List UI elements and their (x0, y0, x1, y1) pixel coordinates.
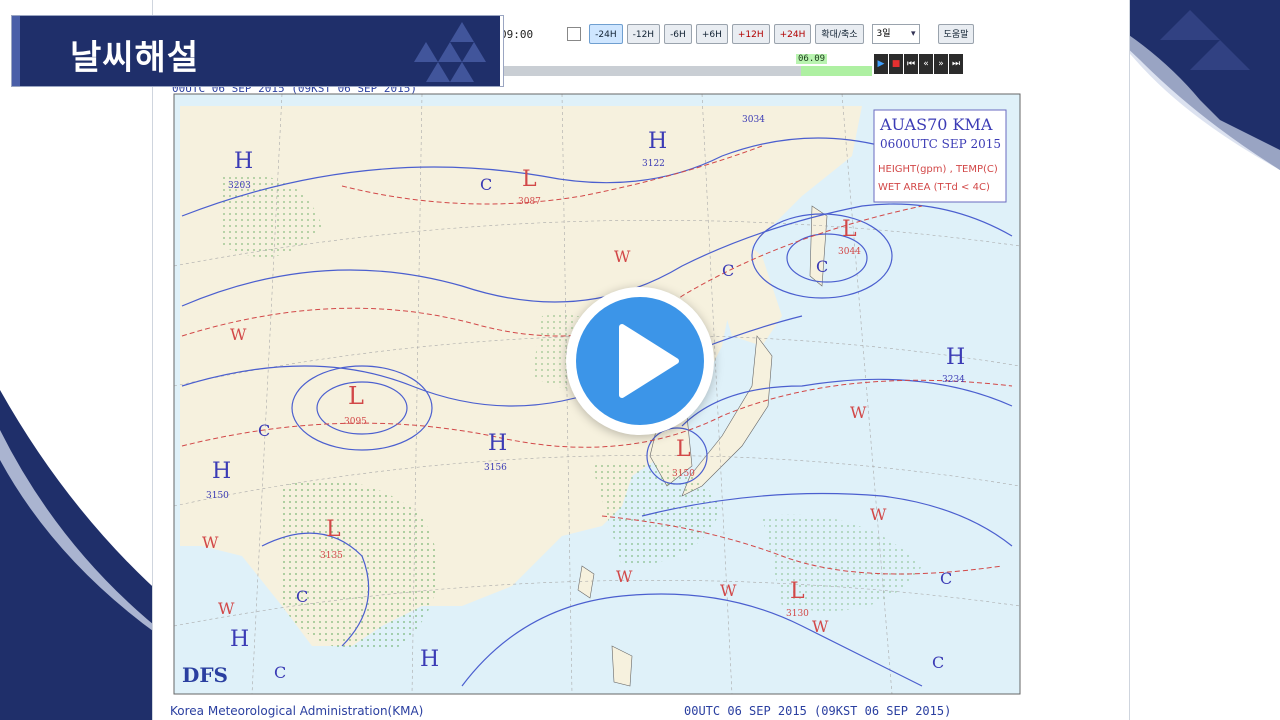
low-ne-value: 3044 (838, 247, 861, 257)
toolbar: 09:00 -24H -12H -6H +6H +12H +24H 확대/축소 … (500, 22, 975, 46)
high-n: H (648, 129, 667, 154)
low-south: L (790, 579, 805, 604)
timeline-track[interactable] (500, 66, 872, 76)
timeline-fill (801, 66, 872, 76)
warm-1: W (230, 325, 247, 344)
warm-3: W (202, 533, 219, 552)
high-north-value: 3034 (742, 115, 765, 125)
legend-line-1: HEIGHT(gpm) , TEMP(C) (878, 164, 998, 175)
low-korea-value: 3150 (672, 469, 695, 479)
play-icon-large (619, 324, 679, 398)
product-box: AUAS70 KMA 0600UTC SEP 2015 HEIGHT(gpm) … (873, 109, 1007, 203)
animation-checkbox[interactable] (567, 27, 582, 41)
minus-6h-button[interactable]: -6H (664, 24, 692, 44)
cold-3: C (722, 261, 734, 280)
low-tibet-value: 3095 (344, 417, 367, 427)
valid-time: 0600UTC SEP 2015 (880, 137, 1001, 151)
warm-7: W (850, 403, 867, 422)
high-pacific: H (946, 345, 965, 370)
low-ne: L (842, 217, 857, 242)
warm-2: W (614, 247, 631, 266)
period-select-value: 3일 (876, 29, 891, 39)
stop-icon[interactable]: ■ (889, 54, 903, 74)
cold-7: C (932, 653, 944, 672)
high-n-value: 3122 (642, 159, 665, 169)
high-wtibet-value: 3150 (206, 491, 229, 501)
page-title: 날씨해설 (70, 38, 200, 78)
low-korea: L (676, 437, 691, 462)
plus-6h-button[interactable]: +6H (695, 24, 728, 44)
plus-24h-button[interactable]: +24H (773, 24, 812, 44)
low-india-value: 3135 (320, 551, 343, 561)
warm-4: W (616, 567, 633, 586)
cold-8: C (274, 663, 286, 682)
cold-2: C (258, 421, 270, 440)
high-nw-value: 3203 (228, 181, 251, 191)
chart-footer-right: 00UTC 06 SEP 2015 (09KST 06 SEP 2015) (684, 704, 952, 718)
low-south-value: 3130 (786, 609, 809, 619)
high-china-value: 3156 (484, 463, 507, 473)
warm-6: W (870, 505, 887, 524)
cold-6: C (940, 569, 952, 588)
title-accent (12, 16, 20, 86)
low-india: L (326, 517, 341, 542)
legend-line-2: WET AREA (T-Td < 4C) (878, 182, 990, 193)
high-sw: H (230, 627, 249, 652)
low-tibet: L (348, 382, 364, 410)
help-button[interactable]: 도움말 (937, 24, 975, 44)
high-s: H (420, 647, 439, 672)
plus-12h-button[interactable]: +12H (731, 24, 770, 44)
timeline-label: 06.09 (796, 54, 828, 64)
period-select[interactable]: 3일 ▾ (871, 24, 920, 44)
forward-icon[interactable]: » (934, 54, 948, 74)
video-play-button[interactable] (566, 287, 714, 435)
minus-24h-button[interactable]: -24H (589, 24, 623, 44)
product-name: AUAS70 KMA (879, 115, 993, 134)
chart-footer-left: Korea Meteorological Administration(KMA) (170, 704, 424, 718)
rewind-icon[interactable]: « (919, 54, 933, 74)
cold-5: C (296, 587, 308, 606)
chevron-down-icon: ▾ (911, 29, 916, 39)
zoom-button[interactable]: 확대/축소 (815, 24, 864, 44)
first-frame-icon[interactable]: ⏮ (904, 54, 918, 74)
last-frame-icon[interactable]: ⏭ (949, 54, 963, 74)
high-nw: H (234, 149, 253, 174)
play-icon[interactable]: ▶ (874, 54, 888, 74)
time-text: 09:00 (500, 27, 534, 41)
warm-5: W (720, 581, 737, 600)
warm-9: W (812, 617, 829, 636)
warm-8: W (218, 599, 235, 618)
triangle-pattern-icon (414, 22, 486, 82)
minus-12h-button[interactable]: -12H (626, 24, 661, 44)
high-wtibet: H (212, 459, 231, 484)
cold-1: C (480, 175, 492, 194)
dfs-logo: DFS (182, 663, 228, 687)
low-mongolia: L (522, 167, 537, 192)
title-badge: 날씨해설 (12, 16, 503, 86)
high-pacific-value: 3234 (942, 375, 965, 385)
low-mongolia-value: 3087 (518, 197, 541, 207)
cold-4: C (816, 257, 828, 276)
high-china: H (488, 431, 507, 456)
playback-controls: ▶ ■ ⏮ « » ⏭ (874, 54, 963, 74)
